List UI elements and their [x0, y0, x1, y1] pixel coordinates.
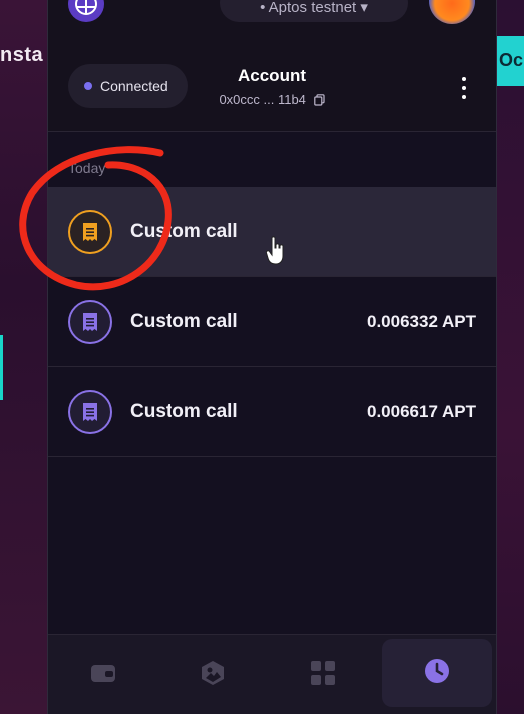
nav-tab-wallet[interactable]	[48, 635, 158, 714]
hand-cursor-icon	[266, 236, 284, 265]
background-accent-bar	[0, 335, 3, 400]
copy-icon[interactable]	[313, 94, 325, 109]
receipt-icon	[68, 299, 112, 344]
clock-icon	[423, 657, 451, 690]
nav-tab-collectibles[interactable]	[158, 635, 268, 714]
nft-gallery-icon	[199, 659, 227, 692]
transaction-row[interactable]: Custom call 0.006332 APT	[48, 277, 496, 367]
receipt-icon	[68, 209, 112, 254]
activity-date-label: Today	[68, 160, 106, 176]
background-button-fragment[interactable]: Oc	[497, 36, 524, 86]
transaction-row[interactable]: Custom call 0.006617 APT	[48, 367, 496, 457]
wallet-topbar: • Aptos testnet ▾	[48, 0, 496, 45]
apps-grid-icon	[310, 660, 336, 691]
transaction-amount: 0.006617 APT	[367, 401, 476, 421]
transaction-label: Custom call	[130, 310, 238, 332]
background-page-left	[0, 0, 48, 714]
network-selector[interactable]: • Aptos testnet ▾	[220, 0, 408, 22]
account-avatar[interactable]	[429, 0, 475, 24]
wallet-popup: • Aptos testnet ▾ Connected Account 0x0c…	[47, 0, 497, 714]
bottom-nav	[48, 634, 496, 714]
background-heading-fragment: nsta	[0, 44, 44, 66]
account-title: Account	[238, 66, 306, 85]
transaction-label: Custom call	[130, 400, 238, 422]
nav-tab-apps[interactable]	[268, 635, 378, 714]
background-page-right	[497, 0, 524, 714]
account-address-row[interactable]: 0x0ccc ... 11b4	[48, 92, 496, 109]
account-bar: Connected Account 0x0ccc ... 11b4	[48, 44, 496, 132]
more-options-icon[interactable]	[458, 77, 470, 99]
transaction-amount: 0.006332 APT	[367, 311, 476, 331]
wallet-icon	[90, 662, 116, 689]
receipt-icon	[68, 389, 112, 434]
wallet-logo-icon[interactable]	[68, 0, 104, 22]
transaction-label: Custom call	[130, 220, 238, 242]
account-address: 0x0ccc ... 11b4	[219, 92, 306, 107]
nav-tab-activity[interactable]	[382, 639, 492, 707]
